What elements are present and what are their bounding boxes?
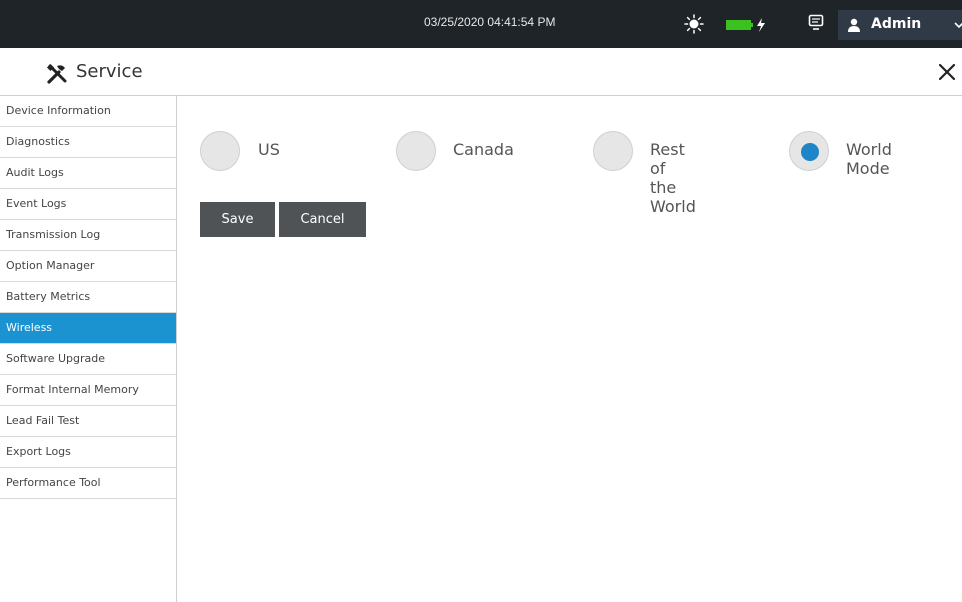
chevron-down-icon	[954, 22, 962, 29]
sidebar-item-audit-logs[interactable]: Audit Logs	[0, 158, 176, 189]
sidebar-item-export-logs[interactable]: Export Logs	[0, 437, 176, 468]
sidebar-nav: Device Information Diagnostics Audit Log…	[0, 96, 177, 602]
sidebar-item-device-information[interactable]: Device Information	[0, 96, 176, 127]
radio-us[interactable]	[200, 131, 240, 171]
close-icon[interactable]	[937, 62, 957, 82]
user-icon	[848, 18, 860, 32]
page-header: Service	[0, 48, 962, 96]
sidebar-item-event-logs[interactable]: Event Logs	[0, 189, 176, 220]
sidebar-item-battery-metrics[interactable]: Battery Metrics	[0, 282, 176, 313]
sidebar-item-transmission-log[interactable]: Transmission Log	[0, 220, 176, 251]
top-status-bar: 03/25/2020 04:41:54 PM Admin	[0, 0, 962, 48]
radio-label-rest-of-world: Rest of the World	[650, 140, 696, 216]
user-name: Admin	[871, 16, 922, 32]
radio-label-world-mode: World Mode	[846, 140, 892, 178]
sidebar-item-diagnostics[interactable]: Diagnostics	[0, 127, 176, 158]
sidebar-item-lead-fail-test[interactable]: Lead Fail Test	[0, 406, 176, 437]
radio-selected-dot	[801, 143, 819, 161]
sidebar-item-software-upgrade[interactable]: Software Upgrade	[0, 344, 176, 375]
radio-rest-of-world[interactable]	[593, 131, 633, 171]
radio-world-mode[interactable]	[789, 131, 829, 171]
tools-icon	[46, 63, 67, 84]
cancel-button[interactable]: Cancel	[279, 202, 366, 237]
user-menu[interactable]: Admin	[838, 10, 962, 40]
datetime-display: 03/25/2020 04:41:54 PM	[424, 15, 556, 29]
sidebar-item-format-internal-memory[interactable]: Format Internal Memory	[0, 375, 176, 406]
sidebar-item-option-manager[interactable]: Option Manager	[0, 251, 176, 282]
sidebar-item-performance-tool[interactable]: Performance Tool	[0, 468, 176, 499]
sidebar-item-wireless[interactable]: Wireless	[0, 313, 176, 344]
radio-label-us: US	[258, 140, 280, 159]
radio-canada[interactable]	[396, 131, 436, 171]
page-title: Service	[76, 61, 143, 82]
display-icon[interactable]	[808, 14, 824, 32]
battery-charging-icon	[726, 18, 765, 32]
radio-label-canada: Canada	[453, 140, 514, 159]
save-button[interactable]: Save	[200, 202, 275, 237]
brightness-icon[interactable]	[684, 14, 704, 34]
